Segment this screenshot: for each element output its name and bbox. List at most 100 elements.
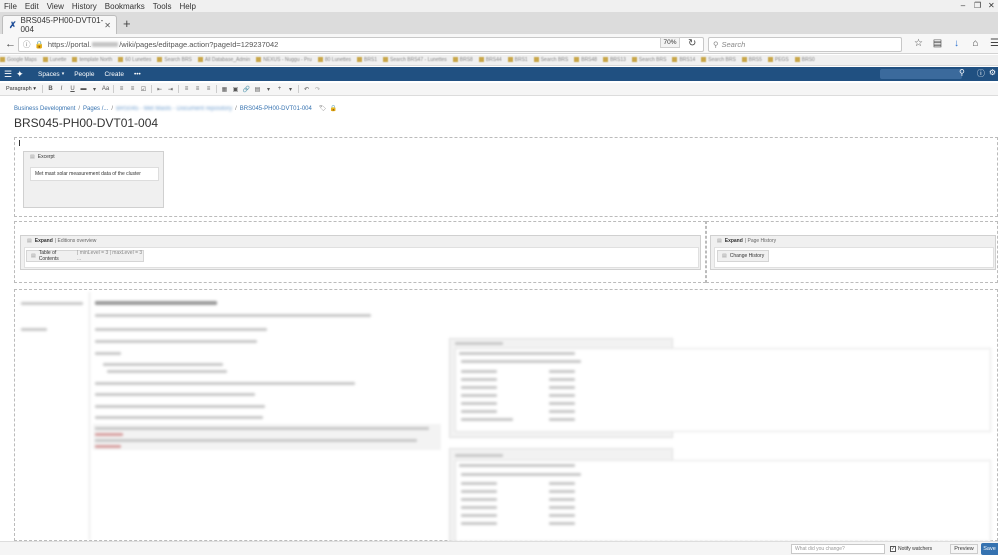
new-tab-icon[interactable]: + <box>123 17 131 31</box>
menu-tools[interactable]: Tools <box>149 2 176 11</box>
indent-icon[interactable]: ⇥ <box>165 86 176 93</box>
reload-icon[interactable]: ↻ <box>688 37 696 51</box>
task-list-icon[interactable]: ☑ <box>138 86 149 93</box>
bookmark-item[interactable]: PEGS <box>768 57 789 63</box>
menu-edit[interactable]: Edit <box>21 2 43 11</box>
layout-section-details[interactable] <box>14 289 998 541</box>
editor-content[interactable]: Business Development / Pages /... / BRS0… <box>0 97 998 541</box>
reading-list-icon[interactable]: ▤ <box>931 38 944 49</box>
bookmark-item[interactable]: Search BRS <box>632 57 667 63</box>
insert-chevron-icon[interactable]: ▾ <box>285 86 296 93</box>
bookmark-item[interactable]: BRS1 <box>357 57 377 63</box>
breadcrumb-parent[interactable]: BRS045 - Met Masts - Document repository <box>116 106 232 112</box>
image-icon[interactable]: ▣ <box>230 86 241 93</box>
outdent-icon[interactable]: ⇤ <box>154 86 165 93</box>
bookmark-item[interactable]: All Database_Admin <box>198 57 250 63</box>
breadcrumb-current[interactable]: BRS045-PH00-DVT01-004 <box>240 106 312 112</box>
expand-macro-history[interactable]: ▤ Expand | Page History ▤ Change History <box>710 235 996 270</box>
restore-icon[interactable]: ❐ <box>970 0 984 12</box>
layout-section-editions[interactable]: ▤ Expand | Editions overview ▤ Table of … <box>14 221 706 283</box>
italic-icon[interactable]: I <box>56 86 67 92</box>
bookmark-item[interactable]: NEXUS - Nuggu - Pru <box>256 57 312 63</box>
search-bar[interactable]: ⚲ Search <box>708 37 902 52</box>
link-icon[interactable]: 🔗 <box>241 86 252 93</box>
change-history-macro[interactable]: ▤ Change History <box>717 250 769 262</box>
bookmark-item[interactable]: Search BRS <box>534 57 569 63</box>
bookmark-item[interactable]: BRS14 <box>672 57 695 63</box>
search-icon[interactable]: ⚲ <box>959 68 965 79</box>
info-icon[interactable]: ⓘ <box>23 39 31 50</box>
download-icon[interactable]: ↓ <box>950 38 963 49</box>
version-comment-input[interactable]: What did you change? <box>791 544 885 554</box>
bookmark-item[interactable]: Lunette <box>43 57 67 63</box>
bookmark-item[interactable]: Search BRS47 - Lunettes <box>383 57 447 63</box>
bookmark-star-icon[interactable]: ☆ <box>912 38 925 49</box>
page-layout-icon[interactable]: ▦ <box>219 86 230 93</box>
close-window-icon[interactable]: ✕ <box>984 0 998 12</box>
back-icon[interactable]: ← <box>5 37 16 51</box>
redo-icon[interactable]: ↷ <box>312 86 323 93</box>
breadcrumb-pages[interactable]: Pages /... <box>83 106 108 112</box>
url-bar[interactable]: ⓘ 🔒 https://portal. /wiki/pages/editpage… <box>18 37 704 52</box>
confluence-logo-icon[interactable]: ✦ <box>16 69 28 80</box>
expand-macro-editions[interactable]: ▤ Expand | Editions overview ▤ Table of … <box>20 235 701 270</box>
browser-tab[interactable]: ✗ BRS045-PH00-DVT01-004 ✕ <box>2 15 117 34</box>
bookmark-item[interactable]: BRS48 <box>574 57 597 63</box>
toc-macro[interactable]: ▤ Table of Contents | minLevel = 3 | max… <box>26 250 144 262</box>
bullet-list-icon[interactable]: ≡ <box>116 86 127 92</box>
menu-file[interactable]: File <box>0 2 21 11</box>
align-right-icon[interactable]: ≡ <box>203 86 214 92</box>
menu-history[interactable]: History <box>68 2 101 11</box>
table-icon[interactable]: ▤ <box>252 86 263 93</box>
zoom-level[interactable]: 70% <box>660 37 680 48</box>
notify-watchers-checkbox[interactable]: ✓ Notify watchers <box>890 544 932 554</box>
bookmark-item[interactable]: BRS5 <box>742 57 762 63</box>
notifications-icon[interactable]: ⚙ <box>989 68 996 79</box>
numbered-list-icon[interactable]: ≡ <box>127 86 138 92</box>
excerpt-macro[interactable]: ▤ Excerpt Met mast solar measurement dat… <box>23 151 164 208</box>
nav-people[interactable]: People <box>74 71 94 78</box>
underline-icon[interactable]: U <box>67 86 78 92</box>
menu-view[interactable]: View <box>43 2 68 11</box>
undo-icon[interactable]: ↶ <box>301 86 312 93</box>
nav-spaces[interactable]: Spaces <box>38 71 60 78</box>
label-tag-icon[interactable]: 🏷 <box>319 105 327 112</box>
bookmark-item[interactable]: Search BRS <box>701 57 736 63</box>
align-left-icon[interactable]: ≡ <box>181 86 192 92</box>
bookmark-item[interactable]: 80 Lunettes <box>318 57 351 63</box>
app-switcher-icon[interactable]: ☰ <box>0 69 16 80</box>
home-icon[interactable]: ⌂ <box>969 38 982 49</box>
clear-format-icon[interactable]: Aa <box>100 86 111 92</box>
save-button[interactable]: Save <box>981 543 998 555</box>
more-button[interactable]: ••• <box>134 71 141 78</box>
bookmark-item[interactable]: BRS0 <box>795 57 815 63</box>
align-center-icon[interactable]: ≡ <box>192 86 203 92</box>
layout-section-history[interactable]: ▤ Expand | Page History ▤ Change History <box>706 221 998 283</box>
create-button[interactable]: Create <box>104 71 124 78</box>
excerpt-body[interactable]: Met mast solar measurement data of the c… <box>30 167 159 181</box>
text-color-icon[interactable]: ▬ <box>78 86 89 92</box>
checkbox-checked-icon[interactable]: ✓ <box>890 546 896 552</box>
menu-bookmarks[interactable]: Bookmarks <box>101 2 149 11</box>
bookmark-item[interactable]: template North <box>72 57 112 63</box>
bookmark-item[interactable]: BRS1 <box>508 57 528 63</box>
close-tab-icon[interactable]: ✕ <box>104 21 111 30</box>
help-icon[interactable]: ⓘ <box>977 68 985 79</box>
bookmark-item[interactable]: BRS13 <box>603 57 626 63</box>
paragraph-style-dropdown[interactable]: Paragraph ▾ <box>0 86 40 92</box>
insert-more-icon[interactable]: ▾ <box>263 86 274 93</box>
bookmark-item[interactable]: BRS44 <box>479 57 502 63</box>
minimize-icon[interactable]: – <box>956 0 970 12</box>
confluence-search-input[interactable] <box>880 69 962 79</box>
restriction-lock-icon[interactable]: 🔒 <box>329 105 336 112</box>
breadcrumb-root[interactable]: Business Development <box>14 106 75 112</box>
bookmark-item[interactable]: BRS8 <box>453 57 473 63</box>
bold-icon[interactable]: B <box>45 86 56 92</box>
preview-button[interactable]: Preview <box>950 544 978 554</box>
bookmark-item[interactable]: Google Maps <box>0 57 37 63</box>
bookmark-item[interactable]: 60 Lunettes <box>118 57 151 63</box>
page-title[interactable]: BRS045-PH00-DVT01-004 <box>14 116 158 130</box>
menu-help[interactable]: Help <box>175 2 199 11</box>
layout-section-excerpt[interactable]: ▤ Excerpt Met mast solar measurement dat… <box>14 137 998 217</box>
browser-menu-icon[interactable]: ☰ <box>988 38 998 49</box>
